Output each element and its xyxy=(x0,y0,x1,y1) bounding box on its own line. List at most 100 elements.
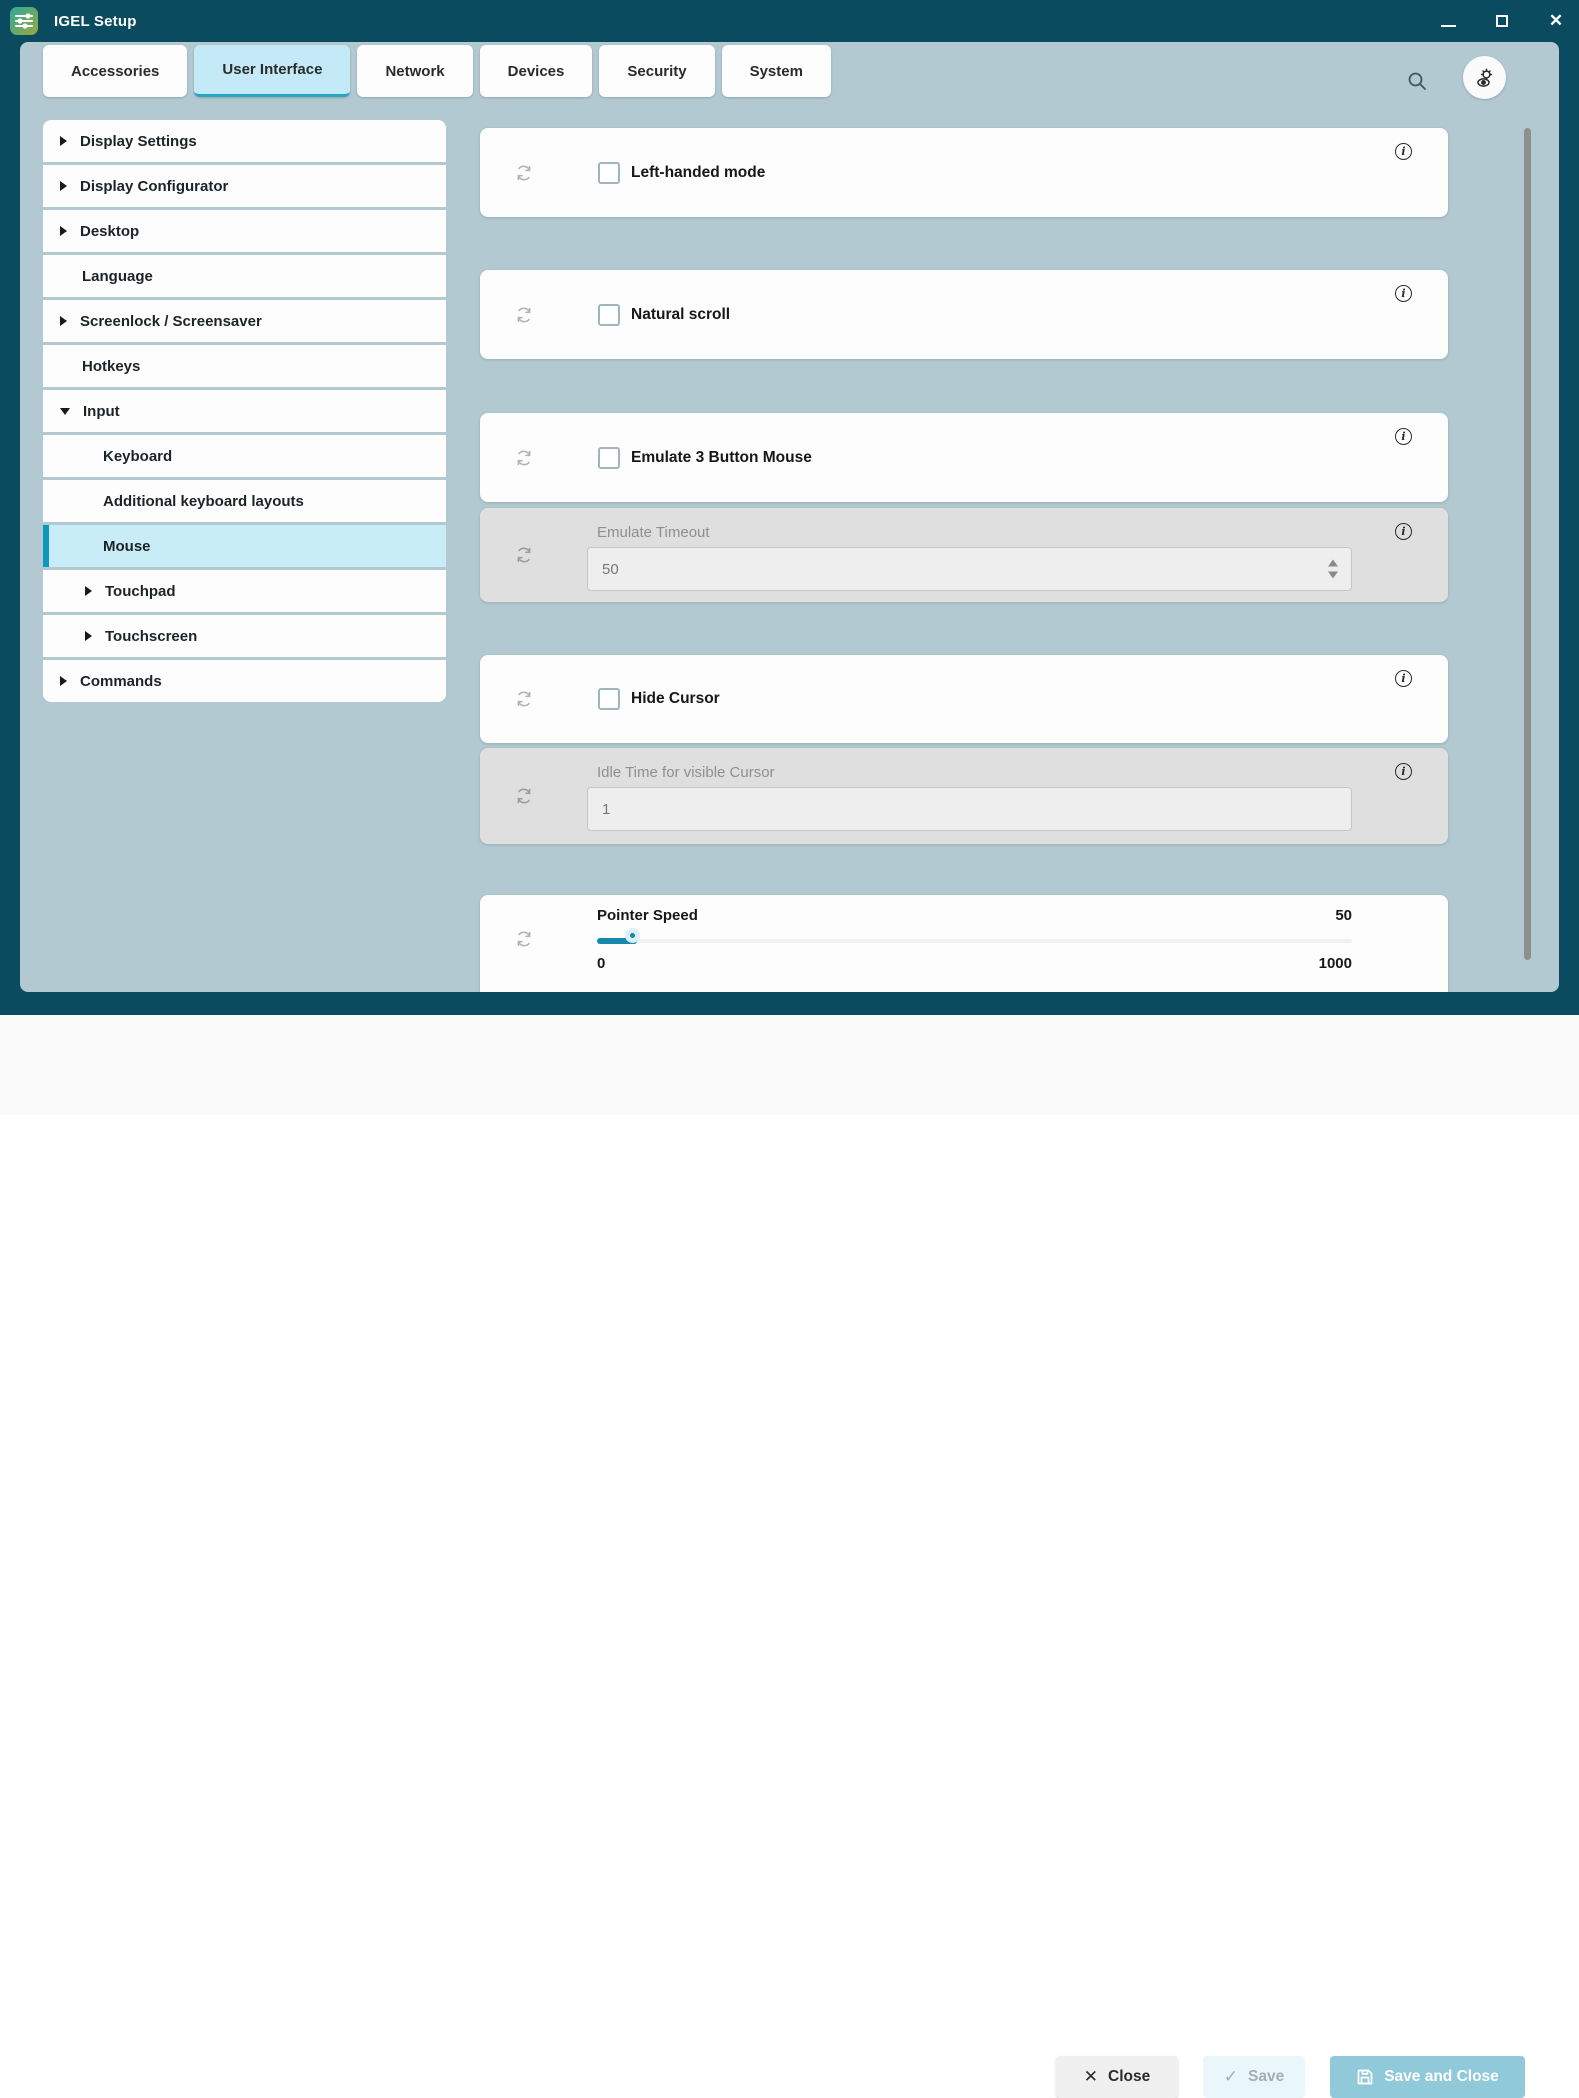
sidebar-item-screenlock-screensaver[interactable]: Screenlock / Screensaver xyxy=(43,300,446,342)
tab-accessories[interactable]: Accessories xyxy=(43,45,187,97)
sidebar-item-label: Keyboard xyxy=(103,448,172,465)
sidebar-item-label: Display Settings xyxy=(80,133,197,150)
close-button-label: Close xyxy=(1108,2068,1150,2086)
chevron-right-icon xyxy=(60,226,67,236)
sidebar-item-touchscreen[interactable]: Touchscreen xyxy=(43,615,446,657)
sidebar-item-mouse[interactable]: Mouse xyxy=(43,525,446,567)
spinner-up-icon[interactable] xyxy=(1328,555,1338,567)
sidebar-item-touchpad[interactable]: Touchpad xyxy=(43,570,446,612)
chevron-right-icon xyxy=(60,316,67,326)
slider-thumb[interactable] xyxy=(625,928,640,943)
card-left-handed-mode: Left-handed mode i xyxy=(480,128,1448,217)
emulate-timeout-input[interactable] xyxy=(587,547,1352,591)
spinner-down-icon[interactable] xyxy=(1328,572,1338,584)
info-icon[interactable]: i xyxy=(1395,143,1412,160)
card-emulate-timeout: Emulate Timeout i xyxy=(480,508,1448,602)
field-label: Idle Time for visible Cursor xyxy=(597,764,775,781)
tab-system[interactable]: System xyxy=(722,45,831,97)
checkbox-label: Emulate 3 Button Mouse xyxy=(631,449,812,467)
slider-label: Pointer Speed xyxy=(597,907,698,924)
sidebar-item-label: Language xyxy=(82,268,153,285)
observe-mode-button[interactable] xyxy=(1463,56,1506,99)
checkbox-label: Natural scroll xyxy=(631,306,730,324)
spinner-buttons[interactable] xyxy=(1328,559,1338,580)
card-pointer-speed: Pointer Speed 50 0 1000 xyxy=(480,895,1448,992)
sidebar-item-label: Desktop xyxy=(80,223,139,240)
sidebar-item-label: Hotkeys xyxy=(82,358,140,375)
reset-icon[interactable] xyxy=(515,449,533,467)
sidebar-item-label: Touchscreen xyxy=(105,628,197,645)
window-title: IGEL Setup xyxy=(54,13,137,30)
check-icon: ✓ xyxy=(1224,2067,1238,2087)
tab-devices[interactable]: Devices xyxy=(480,45,593,97)
reset-icon[interactable] xyxy=(515,930,533,948)
close-window-button[interactable]: ✕ xyxy=(1547,12,1565,30)
sidebar-item-additional-keyboard-layouts[interactable]: Additional keyboard layouts xyxy=(43,480,446,522)
hide-cursor-checkbox[interactable] xyxy=(598,688,620,710)
save-and-close-button-label: Save and Close xyxy=(1384,2068,1499,2086)
card-idle-time-visible-cursor: Idle Time for visible Cursor i xyxy=(480,748,1448,844)
sidebar-item-commands[interactable]: Commands xyxy=(43,660,446,702)
titlebar: IGEL Setup ✕ xyxy=(0,0,1579,42)
reset-icon[interactable] xyxy=(515,164,533,182)
chevron-right-icon xyxy=(60,136,67,146)
sidebar-item-display-settings[interactable]: Display Settings xyxy=(43,120,446,162)
search-icon xyxy=(1406,70,1428,92)
sidebar-item-hotkeys[interactable]: Hotkeys xyxy=(43,345,446,387)
save-button-label: Save xyxy=(1248,2068,1284,2086)
chevron-right-icon xyxy=(60,676,67,686)
sidebar-item-label: Input xyxy=(83,403,120,420)
reset-icon[interactable] xyxy=(515,306,533,324)
checkbox-label: Hide Cursor xyxy=(631,690,720,708)
info-icon[interactable]: i xyxy=(1395,763,1412,780)
slider-max-label: 1000 xyxy=(1319,955,1352,972)
sidebar-item-input[interactable]: Input xyxy=(43,390,446,432)
close-x-icon: ✕ xyxy=(1084,2067,1098,2087)
save-and-close-button[interactable]: Save and Close xyxy=(1330,2056,1525,2098)
igel-setup-window: IGEL Setup ✕ Accessories User Interface … xyxy=(0,0,1579,1115)
info-icon[interactable]: i xyxy=(1395,523,1412,540)
chevron-down-icon xyxy=(60,408,70,415)
gear-eye-icon xyxy=(1474,67,1496,89)
scrollbar[interactable] xyxy=(1524,128,1531,960)
sidebar-item-display-configurator[interactable]: Display Configurator xyxy=(43,165,446,207)
tab-security[interactable]: Security xyxy=(599,45,714,97)
sidebar: Display Settings Display Configurator De… xyxy=(43,120,446,702)
sidebar-item-label: Additional keyboard layouts xyxy=(103,493,304,510)
sidebar-item-desktop[interactable]: Desktop xyxy=(43,210,446,252)
chevron-right-icon xyxy=(60,181,67,191)
tab-user-interface[interactable]: User Interface xyxy=(194,45,350,97)
card-natural-scroll: Natural scroll i xyxy=(480,270,1448,359)
close-button[interactable]: ✕ Close xyxy=(1056,2056,1178,2098)
reset-icon xyxy=(515,546,533,564)
checkbox-label: Left-handed mode xyxy=(631,164,765,182)
natural-scroll-checkbox[interactable] xyxy=(598,304,620,326)
minimize-button[interactable] xyxy=(1439,12,1457,30)
sidebar-item-keyboard[interactable]: Keyboard xyxy=(43,435,446,477)
left-handed-mode-checkbox[interactable] xyxy=(598,162,620,184)
save-button[interactable]: ✓ Save xyxy=(1203,2056,1305,2098)
pointer-speed-slider[interactable] xyxy=(597,939,1352,943)
tab-network[interactable]: Network xyxy=(357,45,472,97)
sidebar-item-label: Screenlock / Screensaver xyxy=(80,313,262,330)
card-emulate-3-button-mouse: Emulate 3 Button Mouse i xyxy=(480,413,1448,502)
sidebar-item-label: Mouse xyxy=(103,538,151,555)
save-disk-icon xyxy=(1356,2068,1374,2086)
search-button[interactable] xyxy=(1402,66,1432,96)
info-icon[interactable]: i xyxy=(1395,670,1412,687)
info-icon[interactable]: i xyxy=(1395,428,1412,445)
emulate-3-button-mouse-checkbox[interactable] xyxy=(598,447,620,469)
slider-min-label: 0 xyxy=(597,955,605,972)
idle-time-input[interactable] xyxy=(587,787,1352,831)
maximize-button[interactable] xyxy=(1493,12,1511,30)
sidebar-item-label: Touchpad xyxy=(105,583,176,600)
footer: ✕ Close ✓ Save Save and Close xyxy=(0,1015,1579,1115)
tab-bar: Accessories User Interface Network Devic… xyxy=(43,45,831,97)
reset-icon[interactable] xyxy=(515,690,533,708)
window-frame: IGEL Setup ✕ Accessories User Interface … xyxy=(0,0,1579,1015)
card-hide-cursor: Hide Cursor i xyxy=(480,655,1448,743)
sidebar-item-language[interactable]: Language xyxy=(43,255,446,297)
sidebar-item-label: Commands xyxy=(80,673,162,690)
info-icon[interactable]: i xyxy=(1395,285,1412,302)
sidebar-item-label: Display Configurator xyxy=(80,178,228,195)
